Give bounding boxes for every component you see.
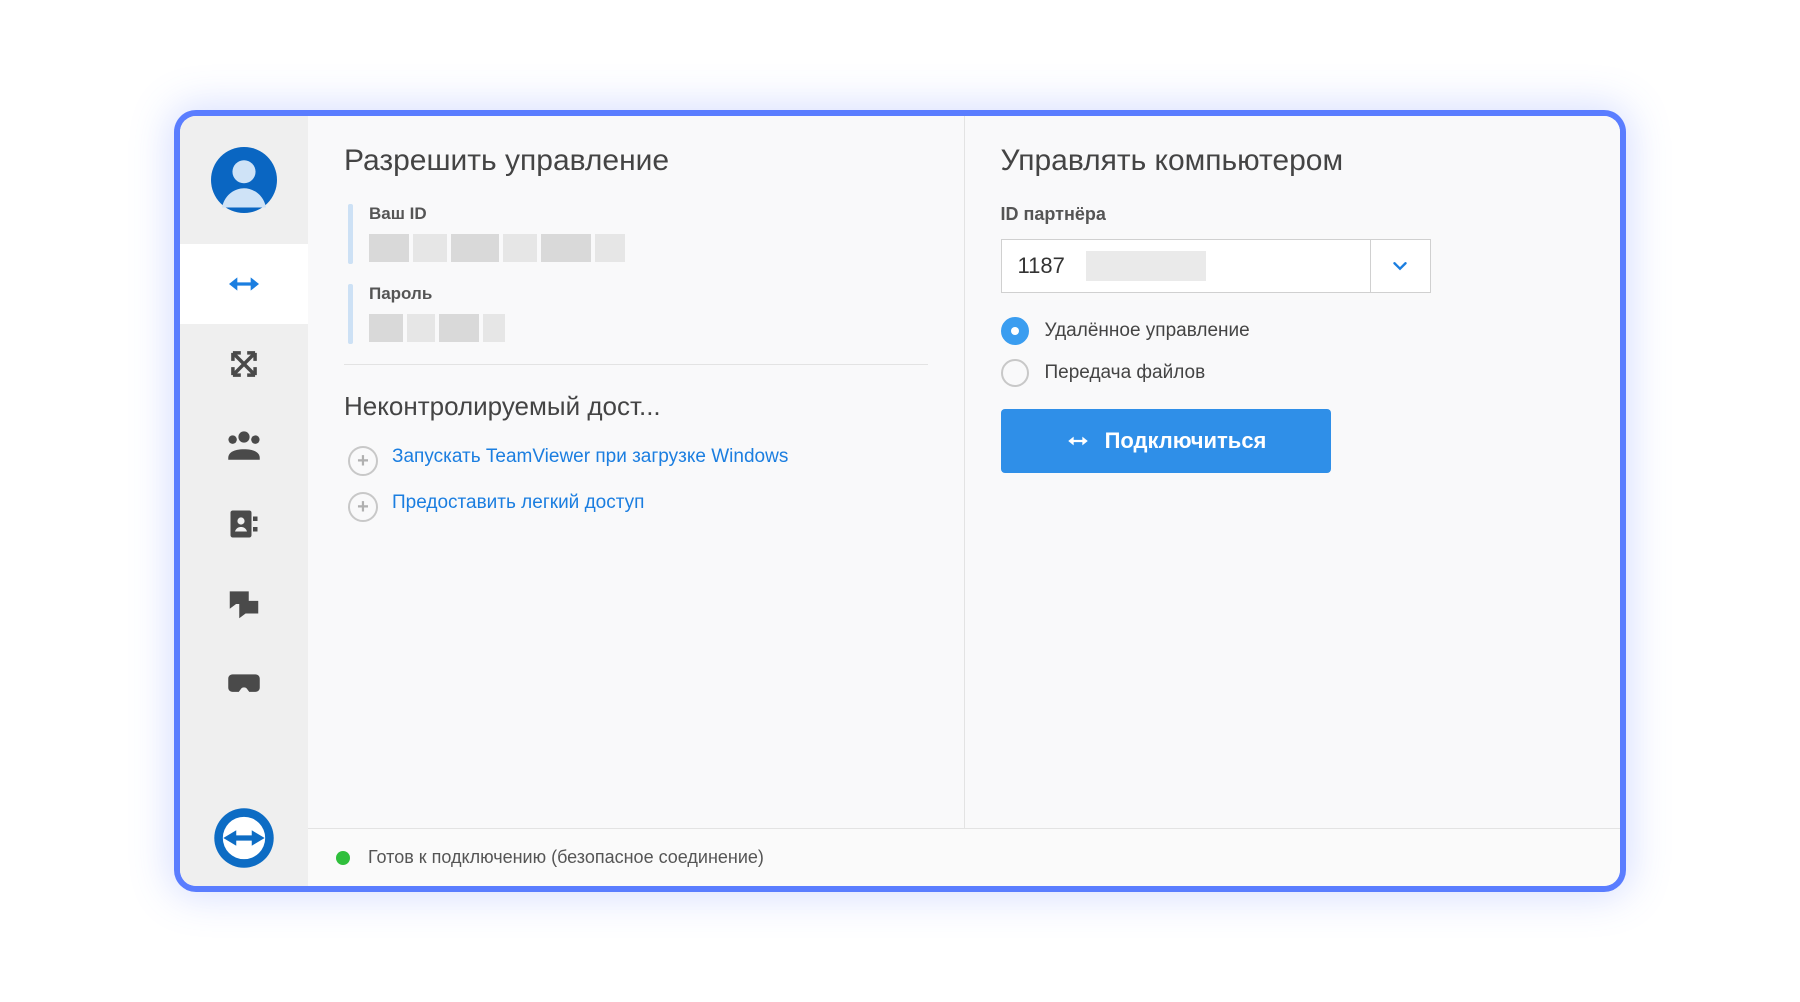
startup-link[interactable]: Запускать TeamViewer при загрузке Window… <box>392 444 788 470</box>
content: Разрешить управление Ваш ID <box>308 116 1620 828</box>
sidebar <box>180 116 308 886</box>
connect-button-label: Подключиться <box>1105 428 1267 454</box>
body: Разрешить управление Ваш ID <box>180 116 1620 886</box>
partner-id-dropdown[interactable] <box>1370 240 1430 292</box>
arrows-horizontal-icon <box>224 264 264 304</box>
avatar[interactable] <box>180 116 308 244</box>
vr-goggles-icon <box>223 663 265 705</box>
plus-icon: + <box>348 492 378 522</box>
nav-meeting[interactable] <box>180 324 308 404</box>
control-computer-panel: Управлять компьютером ID партнёра <box>965 116 1621 828</box>
status-bar: Готов к подключению (безопасное соединен… <box>308 828 1620 886</box>
allow-control-title: Разрешить управление <box>344 144 928 178</box>
expand-icon <box>225 345 263 383</box>
partner-id-combo[interactable] <box>1001 239 1431 293</box>
easy-access-link-row[interactable]: + Предоставить легкий доступ <box>348 490 928 522</box>
chat-icon <box>225 585 263 623</box>
radio-button-icon <box>1001 317 1029 345</box>
easy-access-link[interactable]: Предоставить легкий доступ <box>392 490 644 516</box>
status-text: Готов к подключению (безопасное соединен… <box>368 847 764 868</box>
nav-contacts[interactable] <box>180 404 308 484</box>
your-id-value-redacted <box>369 232 625 264</box>
status-dot-icon <box>336 851 350 865</box>
partner-id-label: ID партнёра <box>1001 204 1585 225</box>
radio-remote-label: Удалённое управление <box>1045 320 1250 342</box>
address-book-icon <box>226 506 262 542</box>
radio-file-transfer[interactable]: Передача файлов <box>1001 359 1585 387</box>
unattended-title: Неконтролируемый дост... <box>344 391 928 422</box>
group-icon <box>223 423 265 465</box>
radio-button-icon <box>1001 359 1029 387</box>
main: Разрешить управление Ваш ID <box>308 116 1620 886</box>
your-id-label: Ваш ID <box>369 204 625 224</box>
startup-link-row[interactable]: + Запускать TeamViewer при загрузке Wind… <box>348 444 928 476</box>
nav-address-book[interactable] <box>180 484 308 564</box>
radio-remote-control[interactable]: Удалённое управление <box>1001 317 1585 345</box>
connect-button[interactable]: Подключиться <box>1001 409 1331 473</box>
radio-files-label: Передача файлов <box>1045 362 1206 384</box>
your-id-field: Ваш ID <box>348 204 928 264</box>
nav-logo[interactable] <box>180 790 308 886</box>
teamviewer-logo-icon <box>213 807 275 869</box>
password-value-redacted <box>369 312 505 344</box>
partner-id-redacted <box>1086 251 1206 281</box>
chevron-down-icon <box>1389 255 1411 277</box>
nav-ar[interactable] <box>180 644 308 724</box>
plus-icon: + <box>348 446 378 476</box>
allow-control-panel: Разрешить управление Ваш ID <box>308 116 965 828</box>
partner-id-input[interactable] <box>1002 240 1082 292</box>
password-label: Пароль <box>369 284 505 304</box>
divider <box>344 364 928 365</box>
nav-remote-control[interactable] <box>180 244 308 324</box>
nav-chat[interactable] <box>180 564 308 644</box>
control-computer-title: Управлять компьютером <box>1001 144 1585 178</box>
app-window: Разрешить управление Ваш ID <box>180 116 1620 886</box>
password-field: Пароль <box>348 284 928 344</box>
arrows-horizontal-icon <box>1065 428 1091 454</box>
